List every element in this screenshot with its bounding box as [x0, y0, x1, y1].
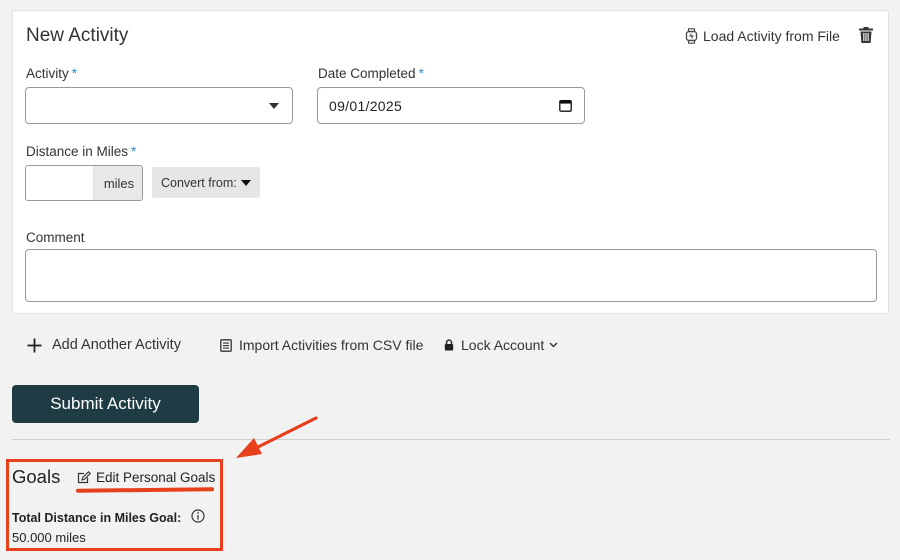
comment-textarea[interactable] [25, 249, 877, 302]
date-value: 09/01/2025 [329, 98, 403, 114]
new-activity-card: New Activity Load Activity from File Act… [12, 10, 889, 314]
submit-activity-button[interactable]: Submit Activity [12, 385, 199, 423]
required-mark: * [131, 144, 137, 159]
document-list-icon [220, 338, 232, 352]
add-another-activity-button[interactable]: Add Another Activity [27, 335, 181, 355]
required-mark: * [418, 66, 424, 81]
distance-goal-value: 50.000 miles [12, 530, 86, 545]
annotation-arrow [236, 416, 318, 458]
distance-unit: miles [93, 166, 142, 200]
plus-icon [27, 338, 42, 352]
caret-down-icon [269, 103, 279, 109]
distance-label: Distance in Miles * [26, 144, 137, 159]
convert-from-dropdown[interactable]: Convert from: [152, 167, 260, 198]
edit-pencil-icon [77, 471, 91, 484]
lock-account-label: Lock Account [461, 337, 545, 353]
edit-personal-goals-link[interactable]: Edit Personal Goals [77, 470, 215, 485]
add-another-label: Add Another Activity [52, 337, 181, 353]
edit-personal-goals-label: Edit Personal Goals [96, 470, 216, 485]
date-completed-input[interactable]: 09/01/2025 [317, 87, 585, 124]
load-activity-label: Load Activity from File [703, 28, 840, 44]
lock-icon [444, 339, 454, 351]
card-title: New Activity [26, 25, 129, 46]
goals-heading: Goals [12, 466, 61, 487]
load-activity-from-file-link[interactable]: Load Activity from File [685, 28, 840, 44]
info-icon[interactable] [191, 509, 205, 523]
date-completed-label: Date Completed * [318, 66, 424, 81]
required-mark: * [71, 66, 78, 81]
trash-icon[interactable] [857, 26, 875, 44]
activity-select[interactable] [25, 87, 293, 124]
caret-down-icon [240, 179, 251, 186]
distance-goal-label: Total Distance in Miles Goal: [12, 511, 182, 525]
import-csv-button[interactable]: Import Activities from CSV file [220, 335, 423, 355]
convert-from-label: Convert from: [161, 175, 237, 190]
comment-label: Comment [26, 230, 85, 245]
watch-icon [685, 28, 698, 44]
distance-input-group: miles [25, 165, 143, 201]
chevron-down-icon [549, 342, 558, 348]
calendar-icon[interactable] [559, 99, 572, 112]
import-csv-label: Import Activities from CSV file [239, 337, 424, 353]
activity-label: Activity * [26, 66, 78, 81]
distance-input[interactable] [26, 166, 93, 200]
section-divider [12, 439, 890, 440]
lock-account-dropdown[interactable]: Lock Account [444, 335, 558, 355]
